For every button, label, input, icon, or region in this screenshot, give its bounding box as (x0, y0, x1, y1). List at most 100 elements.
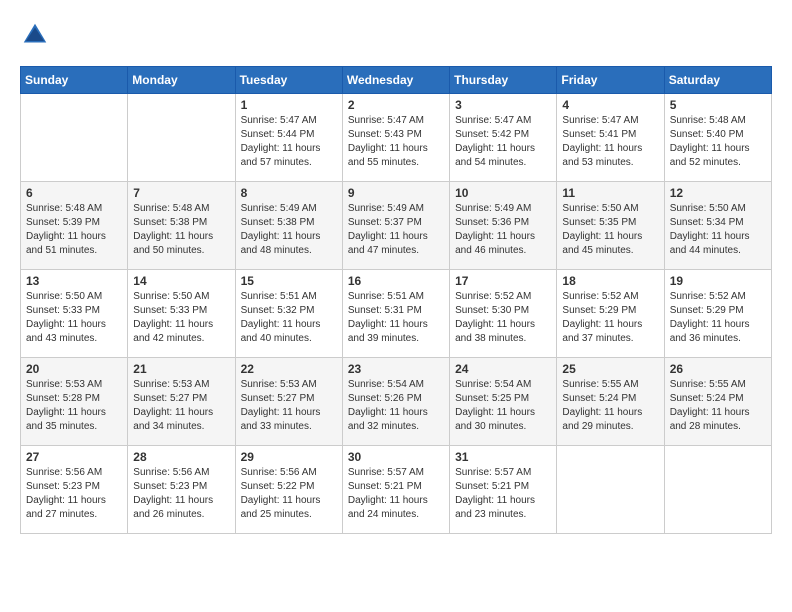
day-number: 12 (670, 186, 766, 200)
day-detail: Sunrise: 5:53 AMSunset: 5:27 PMDaylight:… (133, 378, 229, 434)
calendar-cell: 3Sunrise: 5:47 AMSunset: 5:42 PMDaylight… (450, 94, 557, 182)
day-number: 10 (455, 186, 551, 200)
calendar-cell: 19 Sunrise: 5:52 AMSunset: 5:29 PMDayligh… (664, 270, 771, 358)
calendar-cell: 23Sunrise: 5:54 AMSunset: 5:26 PMDayligh… (342, 358, 449, 446)
day-detail: Sunrise: 5:56 AMSunset: 5:22 PMDaylight:… (241, 466, 337, 522)
calendar-cell: 9 Sunrise: 5:49 AMSunset: 5:37 PMDaylight… (342, 182, 449, 270)
day-number: 6 (26, 186, 122, 200)
day-number: 23 (348, 362, 444, 376)
calendar-cell (21, 94, 128, 182)
day-detail: Sunrise: 5:53 AMSunset: 5:27 PMDaylight:… (241, 378, 337, 434)
calendar-cell: 4 Sunrise: 5:47 AMSunset: 5:41 PMDaylight… (557, 94, 664, 182)
calendar-cell (128, 94, 235, 182)
day-detail: Sunrise: 5:51 AMSunset: 5:32 PMDaylight:… (241, 290, 337, 346)
day-detail: Sunrise: 5:54 AMSunset: 5:25 PMDaylight:… (455, 378, 551, 434)
day-detail: Sunrise: 5:47 AMSunset: 5:43 PMDaylight:… (348, 114, 444, 170)
day-number: 21 (133, 362, 229, 376)
day-detail: Sunrise: 5:55 AMSunset: 5:24 PMDaylight:… (562, 378, 658, 434)
day-number: 15 (241, 274, 337, 288)
calendar-cell: 7 Sunrise: 5:48 AMSunset: 5:38 PMDaylight… (128, 182, 235, 270)
day-detail: Sunrise: 5:56 AMSunset: 5:23 PMDaylight:… (133, 466, 229, 522)
day-number: 27 (26, 450, 122, 464)
calendar-cell: 28 Sunrise: 5:56 AMSunset: 5:23 PMDayligh… (128, 446, 235, 534)
day-detail: Sunrise: 5:52 AMSunset: 5:29 PMDaylight:… (670, 290, 766, 346)
calendar-cell: 25 Sunrise: 5:55 AMSunset: 5:24 PMDayligh… (557, 358, 664, 446)
day-number: 28 (133, 450, 229, 464)
calendar-cell (557, 446, 664, 534)
calendar-cell: 31 Sunrise: 5:57 AMSunset: 5:21 PMDayligh… (450, 446, 557, 534)
day-detail: Sunrise: 5:47 AMSunset: 5:44 PMDaylight:… (241, 114, 337, 170)
week-row-4: 27 Sunrise: 5:56 AMSunset: 5:23 PMDayligh… (21, 446, 772, 534)
day-number: 4 (562, 98, 658, 112)
calendar-cell: 27 Sunrise: 5:56 AMSunset: 5:23 PMDayligh… (21, 446, 128, 534)
calendar-cell: 14 Sunrise: 5:50 AMSunset: 5:33 PMDayligh… (128, 270, 235, 358)
day-detail: Sunrise: 5:48 AMSunset: 5:39 PMDaylight:… (26, 202, 122, 258)
header-tuesday: Tuesday (235, 67, 342, 94)
day-number: 26 (670, 362, 766, 376)
calendar-cell (664, 446, 771, 534)
calendar-cell: 24 Sunrise: 5:54 AMSunset: 5:25 PMDayligh… (450, 358, 557, 446)
day-detail: Sunrise: 5:55 AMSunset: 5:24 PMDaylight:… (670, 378, 766, 434)
day-number: 7 (133, 186, 229, 200)
calendar-cell: 16 Sunrise: 5:51 AMSunset: 5:31 PMDayligh… (342, 270, 449, 358)
calendar-cell: 11Sunrise: 5:50 AMSunset: 5:35 PMDayligh… (557, 182, 664, 270)
day-detail: Sunrise: 5:50 AMSunset: 5:33 PMDaylight:… (133, 290, 229, 346)
day-number: 5 (670, 98, 766, 112)
calendar-cell: 1 Sunrise: 5:47 AMSunset: 5:44 PMDaylight… (235, 94, 342, 182)
day-detail: Sunrise: 5:48 AMSunset: 5:40 PMDaylight:… (670, 114, 766, 170)
day-detail: Sunrise: 5:52 AMSunset: 5:30 PMDaylight:… (455, 290, 551, 346)
day-detail: Sunrise: 5:56 AMSunset: 5:23 PMDaylight:… (26, 466, 122, 522)
day-detail: Sunrise: 5:53 AMSunset: 5:28 PMDaylight:… (26, 378, 122, 434)
day-number: 24 (455, 362, 551, 376)
day-number: 16 (348, 274, 444, 288)
calendar-cell: 15 Sunrise: 5:51 AMSunset: 5:32 PMDayligh… (235, 270, 342, 358)
day-detail: Sunrise: 5:51 AMSunset: 5:31 PMDaylight:… (348, 290, 444, 346)
day-detail: Sunrise: 5:48 AMSunset: 5:38 PMDaylight:… (133, 202, 229, 258)
day-number: 25 (562, 362, 658, 376)
calendar-cell: 10 Sunrise: 5:49 AMSunset: 5:36 PMDayligh… (450, 182, 557, 270)
day-number: 3 (455, 98, 551, 112)
day-detail: Sunrise: 5:57 AMSunset: 5:21 PMDaylight:… (348, 466, 444, 522)
header-friday: Friday (557, 67, 664, 94)
calendar-cell: 8 Sunrise: 5:49 AMSunset: 5:38 PMDaylight… (235, 182, 342, 270)
calendar-cell: 20Sunrise: 5:53 AMSunset: 5:28 PMDayligh… (21, 358, 128, 446)
header-sunday: Sunday (21, 67, 128, 94)
day-detail: Sunrise: 5:50 AMSunset: 5:34 PMDaylight:… (670, 202, 766, 258)
day-number: 9 (348, 186, 444, 200)
calendar-cell: 12 Sunrise: 5:50 AMSunset: 5:34 PMDayligh… (664, 182, 771, 270)
day-number: 30 (348, 450, 444, 464)
day-detail: Sunrise: 5:49 AMSunset: 5:36 PMDaylight:… (455, 202, 551, 258)
calendar-body: 1 Sunrise: 5:47 AMSunset: 5:44 PMDaylight… (21, 94, 772, 534)
day-detail: Sunrise: 5:50 AMSunset: 5:35 PMDaylight:… (562, 202, 658, 258)
calendar-cell: 29 Sunrise: 5:56 AMSunset: 5:22 PMDayligh… (235, 446, 342, 534)
day-detail: Sunrise: 5:57 AMSunset: 5:21 PMDaylight:… (455, 466, 551, 522)
calendar-cell: 17Sunrise: 5:52 AMSunset: 5:30 PMDayligh… (450, 270, 557, 358)
day-number: 18 (562, 274, 658, 288)
calendar-cell: 21 Sunrise: 5:53 AMSunset: 5:27 PMDayligh… (128, 358, 235, 446)
week-row-1: 6 Sunrise: 5:48 AMSunset: 5:39 PMDaylight… (21, 182, 772, 270)
day-number: 13 (26, 274, 122, 288)
calendar-table: SundayMondayTuesdayWednesdayThursdayFrid… (20, 66, 772, 534)
calendar-cell: 18Sunrise: 5:52 AMSunset: 5:29 PMDayligh… (557, 270, 664, 358)
day-detail: Sunrise: 5:47 AMSunset: 5:41 PMDaylight:… (562, 114, 658, 170)
header-saturday: Saturday (664, 67, 771, 94)
day-detail: Sunrise: 5:49 AMSunset: 5:38 PMDaylight:… (241, 202, 337, 258)
logo (20, 20, 54, 50)
header-thursday: Thursday (450, 67, 557, 94)
calendar-cell: 5 Sunrise: 5:48 AMSunset: 5:40 PMDaylight… (664, 94, 771, 182)
day-number: 19 (670, 274, 766, 288)
header-wednesday: Wednesday (342, 67, 449, 94)
day-detail: Sunrise: 5:50 AMSunset: 5:33 PMDaylight:… (26, 290, 122, 346)
day-number: 22 (241, 362, 337, 376)
day-detail: Sunrise: 5:49 AMSunset: 5:37 PMDaylight:… (348, 202, 444, 258)
week-row-3: 20Sunrise: 5:53 AMSunset: 5:28 PMDayligh… (21, 358, 772, 446)
calendar-cell: 22 Sunrise: 5:53 AMSunset: 5:27 PMDayligh… (235, 358, 342, 446)
calendar-cell: 2Sunrise: 5:47 AMSunset: 5:43 PMDaylight… (342, 94, 449, 182)
day-number: 1 (241, 98, 337, 112)
week-row-2: 13 Sunrise: 5:50 AMSunset: 5:33 PMDayligh… (21, 270, 772, 358)
day-number: 14 (133, 274, 229, 288)
day-number: 29 (241, 450, 337, 464)
day-number: 8 (241, 186, 337, 200)
day-number: 31 (455, 450, 551, 464)
header-row: SundayMondayTuesdayWednesdayThursdayFrid… (21, 67, 772, 94)
